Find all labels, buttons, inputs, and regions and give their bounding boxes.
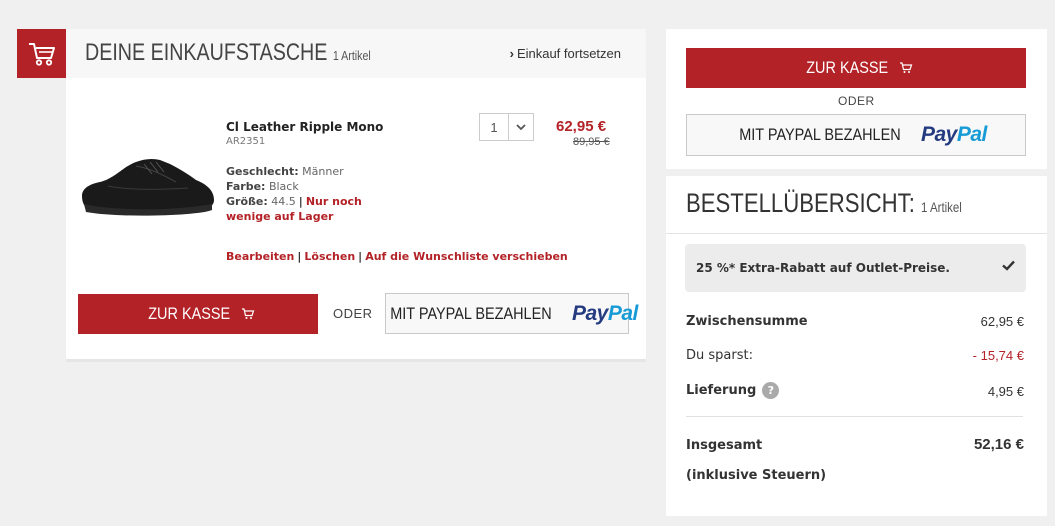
summary-title: BESTELLÜBERSICHT: 1 Artikel bbox=[686, 188, 962, 219]
shopping-cart-icon bbox=[28, 42, 55, 66]
shipping-value: 4,95 € bbox=[987, 384, 1024, 399]
summary-item-count: 1 Artikel bbox=[921, 199, 962, 215]
bag-title: DEINE EINKAUFSTASCHE 1 Artikel bbox=[85, 39, 371, 67]
stock-warning-cont: wenige auf Lager bbox=[226, 210, 334, 223]
product-color: Farbe: Black bbox=[226, 180, 299, 193]
or-text: ODER bbox=[838, 94, 875, 108]
stock-warning: Nur noch bbox=[305, 195, 362, 208]
separator: | bbox=[358, 250, 363, 263]
tax-note: (inklusive Steuern) bbox=[686, 468, 827, 483]
paypal-label: MIT PAYPAL BEZAHLEN bbox=[390, 303, 552, 323]
bag-title-text: DEINE EINKAUFSTASCHE bbox=[85, 39, 328, 66]
product-image[interactable] bbox=[78, 144, 218, 224]
paypal-button-bottom[interactable]: MIT PAYPAL BEZAHLEN PayPal bbox=[385, 293, 638, 334]
gender-value: Männer bbox=[302, 165, 344, 178]
divider bbox=[666, 233, 1047, 234]
cart-icon bbox=[900, 62, 913, 73]
checkout-button-bottom[interactable]: ZUR KASSE bbox=[78, 294, 318, 334]
cart-icon bbox=[242, 308, 255, 319]
savings-value: - 15,74 € bbox=[972, 348, 1024, 363]
paypal-label: MIT PAYPAL BEZAHLEN bbox=[739, 125, 901, 144]
checkout-label: ZUR KASSE bbox=[148, 304, 230, 323]
move-to-wishlist-link[interactable]: Auf die Wunschliste verschieben bbox=[365, 250, 568, 263]
total-value: 52,16 € bbox=[973, 436, 1024, 453]
paypal-logo-pal: Pal bbox=[956, 123, 988, 146]
order-summary: BESTELLÜBERSICHT: 1 Artikel 25 %* Extra-… bbox=[666, 176, 1047, 516]
gender-label: Geschlecht: bbox=[226, 165, 299, 178]
chevron-down-icon bbox=[508, 114, 533, 140]
color-label: Farbe: bbox=[226, 180, 266, 193]
edit-item-link[interactable]: Bearbeiten bbox=[226, 250, 294, 263]
continue-shopping-label: Einkauf fortsetzen bbox=[516, 46, 621, 61]
paypal-button-top[interactable]: MIT PAYPAL BEZAHLEN PayPal bbox=[686, 114, 1026, 156]
shipping-label: Lieferung bbox=[686, 383, 757, 398]
paypal-logo-pay: Pay bbox=[572, 301, 608, 325]
or-text: ODER bbox=[333, 306, 373, 321]
product-gender: Geschlecht: Männer bbox=[226, 165, 344, 178]
continue-shopping-link[interactable]: › Einkauf fortsetzen bbox=[510, 46, 621, 61]
product-size: Größe: 44.5 | Nur noch bbox=[226, 195, 362, 208]
help-icon[interactable]: ? bbox=[762, 382, 780, 399]
checkout-label: ZUR KASSE bbox=[806, 58, 888, 77]
price-current: 62,95 € bbox=[556, 118, 607, 135]
product-name[interactable]: Cl Leather Ripple Mono bbox=[226, 120, 383, 134]
separator: | bbox=[298, 195, 303, 208]
subtotal-value: 62,95 € bbox=[980, 314, 1024, 329]
bag-header: DEINE EINKAUFSTASCHE 1 Artikel › Einkauf … bbox=[66, 29, 646, 78]
quantity-select[interactable]: 1 bbox=[479, 113, 534, 141]
paypal-logo-pay: Pay bbox=[920, 123, 957, 146]
promo-banner: 25 %* Extra-Rabatt auf Outlet-Preise. bbox=[685, 244, 1026, 292]
paypal-logo: PayPal bbox=[921, 123, 987, 147]
promo-text: 25 %* Extra-Rabatt auf Outlet-Preise. bbox=[696, 261, 950, 275]
subtotal-label: Zwischensumme bbox=[686, 314, 808, 329]
size-value: 44.5 bbox=[271, 195, 296, 208]
price-original: 89,95 € bbox=[573, 136, 610, 148]
size-label: Größe: bbox=[226, 195, 268, 208]
product-sku: AR2351 bbox=[226, 136, 266, 147]
savings-label: Du sparst: bbox=[686, 348, 753, 363]
chevron-right-icon: › bbox=[509, 46, 514, 61]
summary-title-text: BESTELLÜBERSICHT: bbox=[686, 188, 915, 218]
checkout-button-top[interactable]: ZUR KASSE bbox=[686, 48, 1026, 88]
shipping-row: Lieferung? bbox=[686, 382, 780, 399]
delete-item-link[interactable]: Löschen bbox=[304, 250, 355, 263]
divider bbox=[686, 416, 1023, 417]
checkmark-icon bbox=[1002, 260, 1015, 271]
item-actions: Bearbeiten | Löschen | Auf die Wunschliste v… bbox=[226, 250, 568, 263]
bag-panel: Cl Leather Ripple Mono AR2351 Geschlecht… bbox=[66, 78, 646, 362]
color-value: Black bbox=[268, 180, 299, 193]
separator: | bbox=[297, 250, 302, 263]
paypal-logo-pal: Pal bbox=[607, 301, 639, 325]
bag-item-count: 1 Artikel bbox=[332, 48, 371, 63]
quantity-value: 1 bbox=[490, 119, 498, 135]
stock-warning-line2: wenige auf Lager bbox=[226, 210, 333, 223]
cart-header-icon bbox=[17, 29, 66, 78]
checkout-box-top: ZUR KASSE ODER MIT PAYPAL BEZAHLEN PayPa… bbox=[666, 29, 1047, 169]
total-label: Insgesamt bbox=[686, 438, 763, 453]
paypal-logo: PayPal bbox=[572, 302, 638, 326]
